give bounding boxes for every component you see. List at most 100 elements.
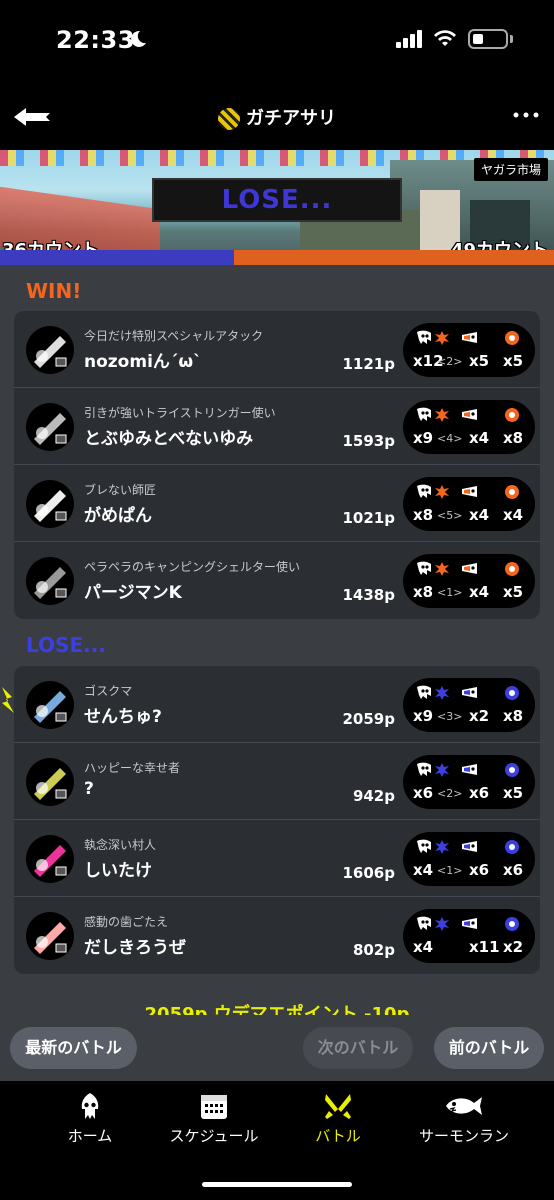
player-title: 感動の歯ごたえ	[84, 915, 169, 929]
player-title: ゴスクマ	[84, 684, 133, 698]
special-count: x4	[503, 506, 524, 524]
salmon-icon	[446, 1097, 482, 1115]
assist-count: <4>	[437, 432, 463, 445]
player-stats: x4 x11 x2	[403, 909, 535, 963]
assist-count: <3>	[437, 710, 463, 723]
player-stats: x4 <1> x6 x6	[403, 832, 535, 886]
player-points: 1593p	[342, 432, 396, 450]
player-row[interactable]: 引きが強いトライストリンガー使いとぶゆみとべないゆみ 1593p x9 <4> x4 x8	[14, 388, 540, 465]
battle-nav-controls: 最新のバトル 次のバトル 前のバトル	[0, 1015, 554, 1081]
special-count: x8	[503, 429, 524, 447]
result-text: LOSE...	[221, 185, 333, 215]
clam-icon	[218, 108, 240, 130]
self-marker-icon	[2, 687, 14, 713]
tab-schedule[interactable]: スケジュール	[154, 1091, 274, 1146]
player-row[interactable]: ブレない師匠がめぱん 1021p x8 <5> x4 x4	[14, 465, 540, 542]
assist-count: <2>	[437, 787, 463, 800]
stage-name: ヤガラ市場	[473, 158, 548, 181]
weapon-icon	[26, 835, 74, 883]
kill-count: x4	[413, 938, 434, 956]
tab-home[interactable]: ホーム	[30, 1091, 150, 1146]
player-row[interactable]: 執念深い村人しいたけ 1606p x4 <1> x6 x6	[14, 820, 540, 897]
death-count: x6	[469, 784, 490, 802]
latest-battle-button[interactable]: 最新のバトル	[10, 1027, 137, 1069]
player-name: せんちゅ?	[84, 707, 162, 727]
signal-icon	[396, 30, 422, 48]
wifi-icon	[434, 30, 456, 46]
special-count: x6	[503, 861, 524, 879]
tab-battle[interactable]: バトル	[278, 1091, 398, 1146]
player-stats: x9 <4> x4 x8	[403, 400, 535, 454]
player-title: 執念深い村人	[84, 838, 157, 852]
home-indicator	[202, 1182, 352, 1187]
battery-icon	[468, 29, 508, 49]
player-name: しいたけ	[84, 861, 152, 881]
calendar-icon	[201, 1095, 227, 1119]
player-stats: x8 <5> x4 x4	[403, 477, 535, 531]
tab-battle-label: バトル	[315, 1127, 361, 1145]
player-stats: x9 <3> x2 x8	[403, 678, 535, 732]
player-name: だしきろうぜ	[84, 938, 186, 958]
tab-salmon-label: サーモンラン	[418, 1127, 509, 1145]
lose-team-list: ゴスクマ せんちゅ? 2059p x9 <3> x2 x8 ハッピーな幸せ者? 942p x6 <2…	[14, 666, 540, 974]
more-dots-icon[interactable]	[512, 108, 540, 122]
player-name: がめぱん	[84, 506, 152, 526]
death-count: x2	[469, 707, 490, 725]
special-count: x5	[503, 352, 524, 370]
player-points: 1121p	[342, 355, 396, 373]
kill-count: x6	[413, 784, 434, 802]
player-points: 1021p	[342, 509, 396, 527]
player-row[interactable]: ペラペラのキャンピングシェルター使い パージマンK 1438p x8 <1> x4 x5	[14, 542, 540, 619]
next-battle-button[interactable]: 次のバトル	[303, 1027, 413, 1069]
player-points: 1438p	[342, 586, 396, 604]
battle-icon	[325, 1094, 351, 1119]
stage-banner: ヤガラ市場 LOSE... 36カウント 49カウント	[0, 150, 554, 265]
tab-home-label: ホーム	[67, 1127, 113, 1145]
my-team-bar	[0, 250, 234, 265]
app-header: ガチアサリ	[0, 86, 554, 150]
prev-battle-button[interactable]: 前のバトル	[434, 1027, 544, 1069]
special-count: x5	[503, 784, 524, 802]
player-row[interactable]: ハッピーな幸せ者? 942p x6 <2> x6 x5	[14, 743, 540, 820]
assist-count: <1>	[437, 586, 463, 599]
special-count: x2	[503, 938, 524, 956]
weapon-icon	[26, 480, 74, 528]
player-stats: x12 <2> x5 x5	[403, 323, 535, 377]
squid-home-icon	[81, 1093, 99, 1119]
kill-count: x4	[413, 861, 434, 879]
win-label: WIN!	[26, 279, 82, 303]
death-count: x4	[469, 429, 490, 447]
kill-count: x9	[413, 429, 434, 447]
player-name: とぶゆみとべないゆみ	[84, 429, 254, 449]
battle-detail: WIN! 今日だけ特別スペシャルアタック nozomiん´ω` 1121p x12 <2…	[0, 265, 554, 1015]
player-row[interactable]: 感動の歯ごたえ だしきろうぜ 802p x4 x11 x2	[14, 897, 540, 974]
player-row[interactable]: 今日だけ特別スペシャルアタック nozomiん´ω` 1121p x12 <2> x5 x5	[14, 311, 540, 388]
mode-name: ガチアサリ	[246, 108, 336, 129]
assist-count: <2>	[437, 355, 463, 368]
player-stats: x8 <1> x4 x5	[403, 554, 535, 608]
player-points: 1606p	[342, 864, 396, 882]
death-count: x5	[469, 352, 490, 370]
death-count: x6	[469, 861, 490, 879]
death-count: x11	[469, 938, 500, 956]
weapon-icon	[26, 912, 74, 960]
mode-title: ガチアサリ	[0, 104, 554, 130]
special-count: x8	[503, 707, 524, 725]
assist-count: <5>	[437, 509, 463, 522]
weapon-icon	[26, 557, 74, 605]
status-bar: 22:33	[0, 0, 554, 86]
player-row[interactable]: ゴスクマせんちゅ? 2059p x9 <3> x2 x8	[14, 666, 540, 743]
death-count: x4	[469, 506, 490, 524]
kill-count: x8	[413, 506, 434, 524]
assist-count: <1>	[437, 864, 463, 877]
kill-count: x9	[413, 707, 434, 725]
win-team-list: 今日だけ特別スペシャルアタック nozomiん´ω` 1121p x12 <2> x5 x5…	[14, 311, 540, 619]
player-title: ブレない師匠	[84, 483, 157, 497]
tab-salmon-run[interactable]: サーモンラン	[404, 1091, 524, 1146]
player-points: 2059p	[342, 710, 396, 728]
lose-label: LOSE...	[26, 633, 106, 657]
player-title: ハッピーな幸せ者	[84, 761, 181, 775]
player-title: 引きが強いトライストリンガー使い	[84, 406, 276, 420]
tab-schedule-label: スケジュール	[169, 1127, 259, 1145]
player-points: 942p	[352, 787, 395, 805]
